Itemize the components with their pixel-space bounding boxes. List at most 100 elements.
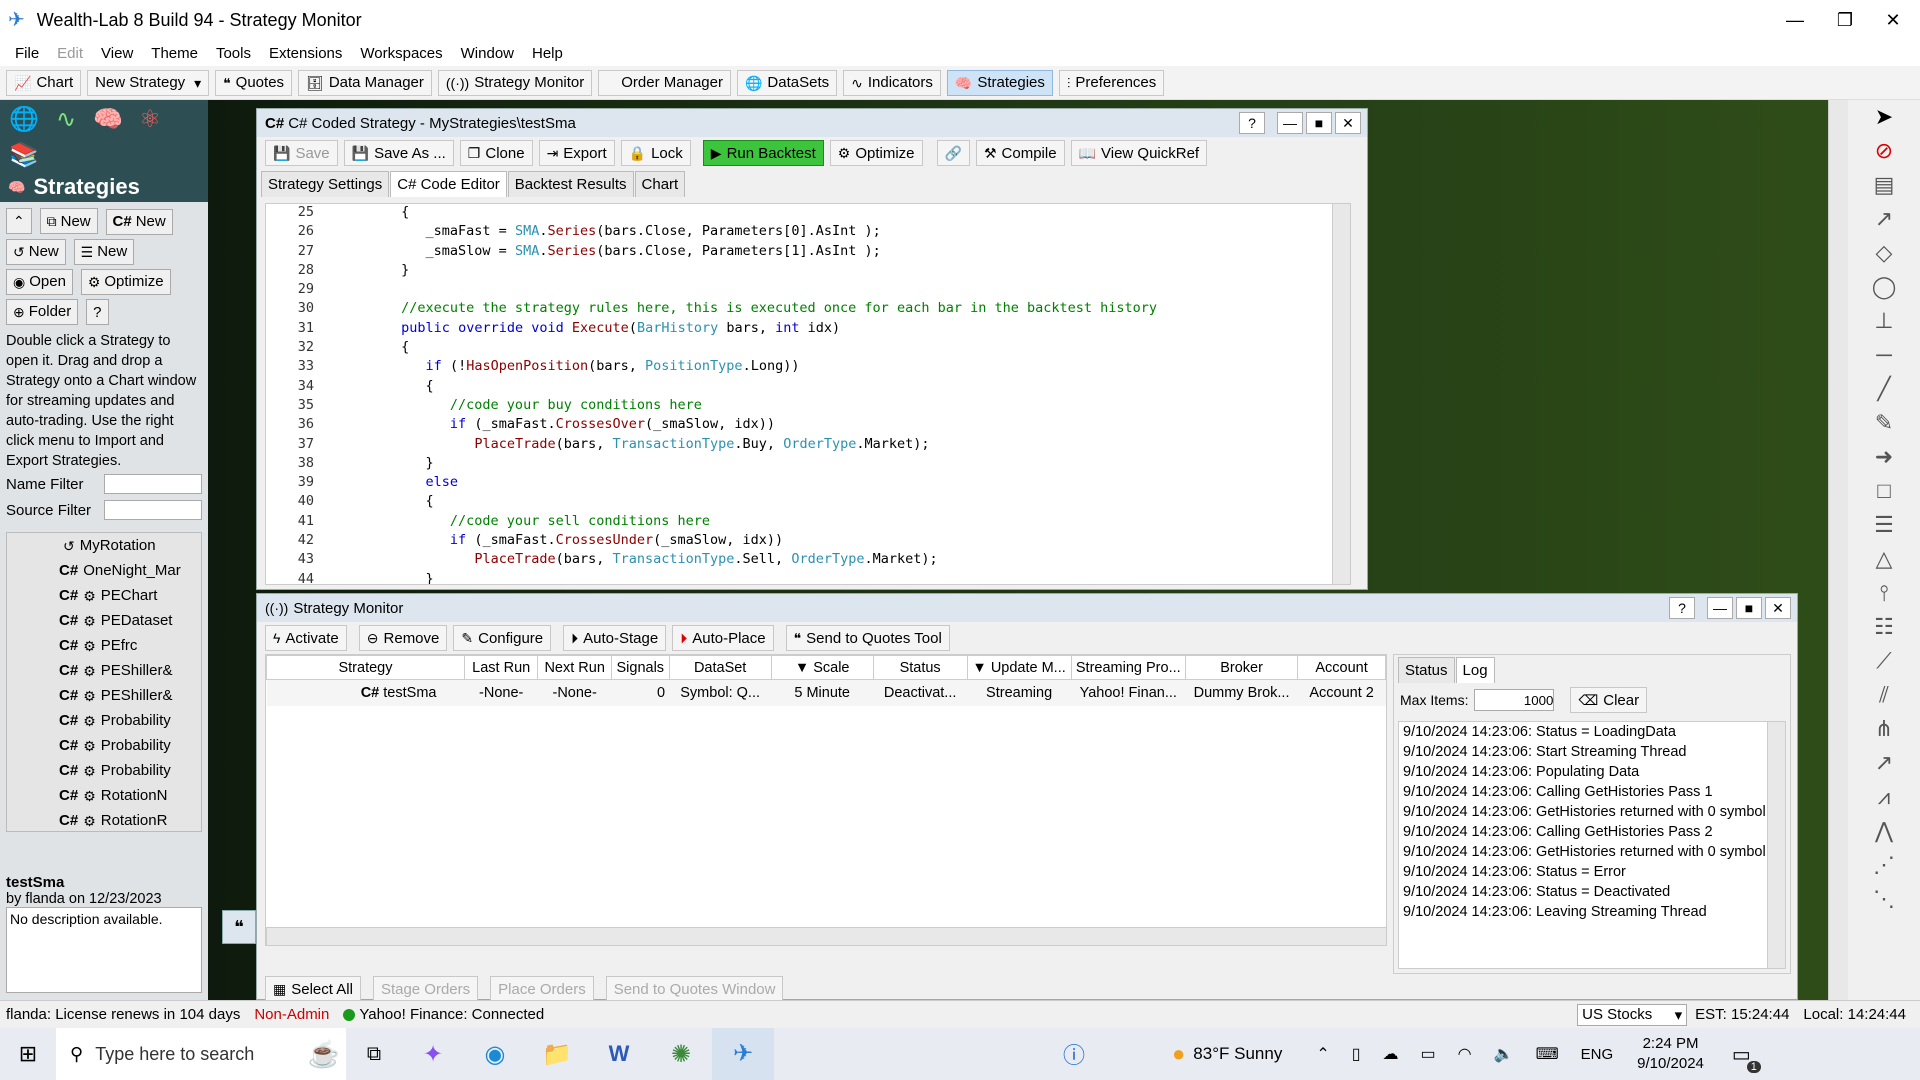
code-line[interactable]: 43 PlaceTrade(bars, TransactionType.Sell… [266, 551, 1350, 570]
taskbar-search[interactable]: ⚲ Type here to search ☕ [56, 1028, 346, 1080]
export-button[interactable]: ⇥ Export [538, 140, 615, 166]
file-explorer-icon[interactable]: 📁 [526, 1040, 588, 1069]
menu-view[interactable]: View [92, 45, 142, 62]
volume-icon[interactable]: 🔈 [1494, 1044, 1514, 1064]
help-button[interactable]: ? [86, 299, 109, 325]
list-item[interactable]: C# OneNight_Mar [7, 558, 201, 583]
optimize-button[interactable]: ⚙ Optimize [829, 140, 923, 166]
close-button[interactable]: ✕ [1866, 0, 1920, 40]
maximize-button[interactable]: ■ [1736, 597, 1762, 619]
compile-button[interactable]: ⚒ Compile [975, 140, 1065, 166]
gann-icon[interactable]: ⋰ [1848, 848, 1920, 882]
quotes-button[interactable]: ❝ Quotes [215, 69, 293, 96]
stage-orders-button[interactable]: Stage Orders [372, 976, 479, 1002]
log-line[interactable]: 9/10/2024 14:23:06: GetHistories returne… [1403, 804, 1765, 824]
molecule-icon[interactable]: ⚛ [132, 104, 168, 134]
list-item[interactable]: C# ⚙ PEShiller& [7, 658, 201, 683]
market-select[interactable]: US Stocks ▾ [1577, 1003, 1688, 1026]
collapse-button[interactable]: ⌃ [6, 208, 32, 234]
code-line[interactable]: 32 { [266, 339, 1350, 358]
place-orders-button[interactable]: Place Orders [490, 976, 594, 1002]
triangle-icon[interactable]: △ [1848, 542, 1920, 576]
col-update-mode[interactable]: ▼ Update M... [966, 655, 1072, 680]
log-line[interactable]: 9/10/2024 14:23:06: Status = LoadingData [1403, 724, 1765, 744]
table-row[interactable]: C# testSma -None- -None- 0 Symbol: Q... … [266, 679, 1386, 706]
tab-chart[interactable]: Chart [634, 171, 686, 197]
log-line[interactable]: 9/10/2024 14:23:06: Leaving Streaming Th… [1403, 904, 1765, 924]
col-status[interactable]: Status [872, 655, 968, 680]
pin-icon[interactable]: ⫯ [1848, 576, 1920, 610]
task-view-icon[interactable]: ⧉ [346, 1043, 402, 1066]
data-manager-button[interactable]: 🗄 Data Manager [298, 69, 432, 96]
preferences-button[interactable]: ⫶ Preferences [1058, 69, 1165, 96]
col-account[interactable]: Account [1297, 655, 1386, 680]
tab-status[interactable]: Status [1398, 657, 1455, 683]
save-as-button[interactable]: 💾 Save As ... [343, 140, 454, 166]
wave-pattern-icon[interactable]: ⩘ [1848, 780, 1920, 814]
strategies-button[interactable]: 🧠 Strategies [946, 69, 1053, 96]
menu-theme[interactable]: Theme [142, 45, 207, 62]
menu-edit[interactable]: Edit [48, 45, 92, 62]
list-item[interactable]: C# ⚙ RotationN [7, 783, 201, 808]
help-button[interactable]: ? [1239, 112, 1265, 134]
code-line[interactable]: 30 //execute the strategy rules here, th… [266, 300, 1350, 319]
save-button[interactable]: 💾 Save [265, 140, 338, 166]
wealthlab-green-icon[interactable]: ✺ [650, 1040, 712, 1069]
activate-button[interactable]: ϟ Activate [265, 625, 347, 651]
tab-code-editor[interactable]: C# Code Editor [390, 171, 507, 197]
list-item[interactable]: C# ⚙ PEfrc [7, 633, 201, 658]
menu-help[interactable]: Help [523, 45, 572, 62]
brain-icon[interactable]: 🧠 [90, 104, 126, 134]
word-icon[interactable]: W [588, 1041, 650, 1067]
minimize-button[interactable]: — [1707, 597, 1733, 619]
datasets-button[interactable]: 🌐 DataSets [736, 69, 838, 96]
cloud-icon[interactable]: ☁ [1383, 1044, 1399, 1064]
name-filter-input[interactable] [104, 474, 202, 494]
chart-button[interactable]: 📈 Chart [6, 69, 82, 96]
diamond-icon[interactable]: ◇ [1848, 236, 1920, 270]
code-line[interactable]: 37 PlaceTrade(bars, TransactionType.Buy,… [266, 436, 1350, 455]
elliott-icon[interactable]: ⋀ [1848, 814, 1920, 848]
code-line[interactable]: 25 { [266, 204, 1350, 223]
code-editor[interactable]: 25 {26 _smaFast = SMA.Series(bars.Close,… [265, 203, 1351, 585]
auto-place-button[interactable]: ⏵ Auto-Place [672, 625, 774, 651]
send-to-quotes-window-button[interactable]: Send to Quotes Window [605, 976, 784, 1002]
notifications-button[interactable]: ▭ 1 [1732, 1042, 1761, 1073]
copilot-icon[interactable]: ✦ [402, 1040, 464, 1069]
close-button[interactable]: ✕ [1765, 597, 1791, 619]
code-line[interactable]: 44 } [266, 571, 1350, 584]
calendar-icon[interactable]: ▤ [1848, 168, 1920, 202]
new-metastrategy-button[interactable]: ☰ New [73, 238, 135, 265]
line-icon[interactable]: ╱ [1848, 372, 1920, 406]
menu-tools[interactable]: Tools [207, 45, 260, 62]
ellipse-icon[interactable]: ◯ [1848, 270, 1920, 304]
log-line[interactable]: 9/10/2024 14:23:06: Status = Deactivated [1403, 884, 1765, 904]
menu-window[interactable]: Window [452, 45, 523, 62]
new-csharp-button[interactable]: C# New [105, 208, 173, 235]
help-button[interactable]: ? [1669, 597, 1695, 619]
arrow-right-icon[interactable]: ➜ [1848, 440, 1920, 474]
grid-icon[interactable]: ☷ [1848, 610, 1920, 644]
code-line[interactable]: 36 if (_smaFast.CrossesOver(_smaSlow, id… [266, 416, 1350, 435]
pencil-icon[interactable]: ✎ [1848, 406, 1920, 440]
log-vertical-scrollbar[interactable] [1767, 722, 1785, 968]
col-last-run[interactable]: Last Run [463, 655, 539, 680]
new-rotation-button[interactable]: ↺ New [6, 238, 66, 265]
view-quickref-button[interactable]: 📖 View QuickRef [1070, 140, 1208, 166]
clear-log-button[interactable]: ⌫ Clear [1570, 687, 1648, 713]
code-line[interactable]: 35 //code your buy conditions here [266, 397, 1350, 416]
code-line[interactable]: 41 //code your sell conditions here [266, 513, 1350, 532]
tab-backtest-results[interactable]: Backtest Results [507, 171, 634, 197]
library-icon[interactable]: 📚 [6, 140, 42, 170]
wealthlab-app-icon[interactable]: ✈ [712, 1028, 774, 1080]
log-line[interactable]: 9/10/2024 14:23:06: Status = Error [1403, 864, 1765, 884]
col-next-run[interactable]: Next Run [537, 655, 612, 680]
configure-button[interactable]: ✎ Configure [453, 625, 552, 651]
col-streaming-provider[interactable]: Streaming Pro... [1070, 655, 1186, 680]
col-signals[interactable]: Signals [610, 655, 670, 680]
wifi-icon[interactable]: ◠ [1458, 1044, 1472, 1064]
indicator-wave-icon[interactable]: ∿ [48, 104, 84, 134]
list-item[interactable]: C# ⚙ Probability [7, 708, 201, 733]
grid-horizontal-scrollbar[interactable] [266, 927, 1386, 945]
keyboard-icon[interactable]: ⌨ [1536, 1044, 1559, 1064]
